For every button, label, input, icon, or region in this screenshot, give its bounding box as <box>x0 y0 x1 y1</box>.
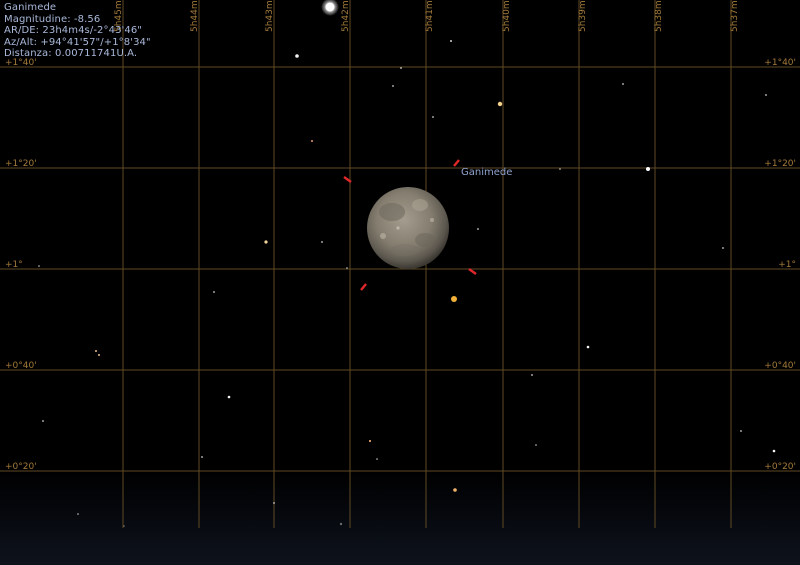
star[interactable] <box>451 296 457 302</box>
ra-label: 5h43m <box>265 0 275 32</box>
dec-label: +0°40' <box>5 361 37 371</box>
star[interactable] <box>772 449 776 453</box>
pointer-mark <box>453 159 460 167</box>
star[interactable] <box>227 395 231 399</box>
object-ra-dec: AR/DE: 23h4m4s/-2°43'46" <box>4 25 143 36</box>
star[interactable] <box>646 167 650 171</box>
star[interactable] <box>450 40 452 42</box>
ra-label: 5h41m <box>425 0 435 32</box>
star[interactable] <box>321 241 323 243</box>
ra-labels: 5h45m 5h44m 5h43m 5h42m 5h41m 5h40m 5h39… <box>114 0 740 32</box>
dec-label: +0°20' <box>764 462 796 472</box>
dec-label: +1°20' <box>5 159 37 169</box>
object-info-panel: Ganimede Magnitudine: -8.56 AR/DE: 23h4m… <box>4 2 151 60</box>
star[interactable] <box>264 240 268 244</box>
star[interactable] <box>339 522 343 526</box>
dec-labels-left: +1°40' +1°20' +1° +0°40' +0°20' <box>5 58 37 472</box>
star[interactable] <box>346 267 348 269</box>
star[interactable] <box>376 458 378 460</box>
star[interactable] <box>311 140 313 142</box>
star[interactable] <box>42 420 44 422</box>
dec-label: +1° <box>778 260 796 270</box>
star[interactable] <box>98 354 100 356</box>
pointer-mark <box>360 283 367 291</box>
star[interactable] <box>201 456 203 458</box>
star[interactable] <box>392 85 394 87</box>
star[interactable] <box>453 488 457 492</box>
star[interactable] <box>535 444 537 446</box>
dec-label: +0°20' <box>5 462 37 472</box>
star[interactable] <box>722 247 724 249</box>
pointer-mark <box>468 268 477 275</box>
dec-label: +1°40' <box>5 58 37 68</box>
ra-label: 5h37m <box>730 0 740 32</box>
star[interactable] <box>622 83 624 85</box>
object-distance: Distanza: 0.00711741U.A. <box>4 48 138 59</box>
star[interactable] <box>77 513 79 515</box>
dec-label: +0°40' <box>764 361 796 371</box>
star[interactable] <box>325 2 335 12</box>
sky-canvas[interactable]: 5h45m 5h44m 5h43m 5h42m 5h41m 5h40m 5h39… <box>0 0 800 565</box>
star[interactable] <box>368 439 372 443</box>
dec-label: +1°20' <box>764 159 796 169</box>
star[interactable] <box>740 430 742 432</box>
star[interactable] <box>432 116 434 118</box>
star[interactable] <box>586 345 590 349</box>
star[interactable] <box>497 101 503 107</box>
ganymede-label[interactable]: Ganimede <box>461 167 512 178</box>
ra-label: 5h39m <box>578 0 588 32</box>
ganymede-disk[interactable] <box>367 187 449 269</box>
star[interactable] <box>213 291 215 293</box>
dec-labels-right: +1°40' +1°20' +1° +0°40' +0°20' <box>764 58 796 472</box>
star[interactable] <box>273 502 275 504</box>
object-name: Ganimede <box>4 2 57 13</box>
sky-view[interactable]: 5h45m 5h44m 5h43m 5h42m 5h41m 5h40m 5h39… <box>0 0 800 565</box>
star[interactable] <box>477 228 479 230</box>
star[interactable] <box>765 94 767 96</box>
dec-grid-lines <box>0 66 800 472</box>
star[interactable] <box>123 525 125 527</box>
star[interactable] <box>531 374 533 376</box>
ra-label: 5h44m <box>190 0 200 32</box>
object-magnitude: Magnitudine: -8.56 <box>4 13 101 25</box>
ra-label: 5h42m <box>341 0 351 32</box>
star[interactable] <box>559 168 561 170</box>
ra-label: 5h40m <box>502 0 512 32</box>
dec-label: +1° <box>5 260 23 270</box>
star[interactable] <box>95 350 97 352</box>
star[interactable] <box>295 54 299 58</box>
star[interactable] <box>38 265 40 267</box>
ra-label: 5h38m <box>654 0 664 32</box>
star[interactable] <box>400 67 402 69</box>
object-az-alt: Az/Alt: +94°41'57"/+1°8'34" <box>4 36 151 48</box>
dec-label: +1°40' <box>764 58 796 68</box>
